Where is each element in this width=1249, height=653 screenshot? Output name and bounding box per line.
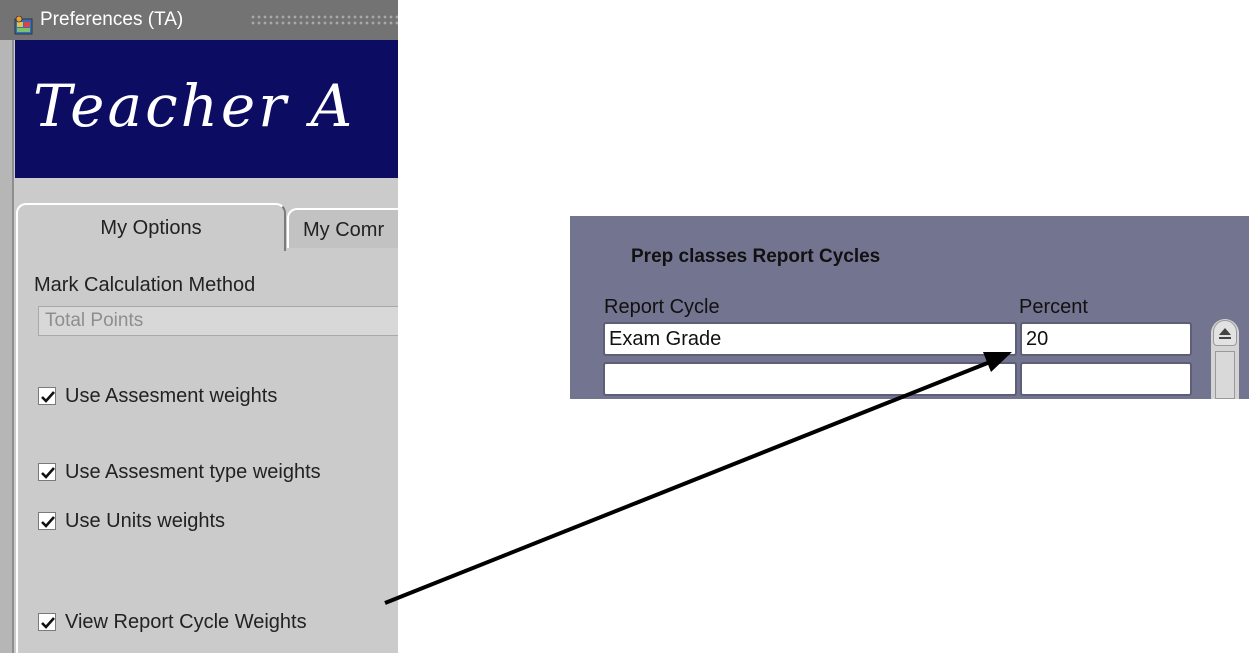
annotation-arrow — [384, 352, 1012, 605]
